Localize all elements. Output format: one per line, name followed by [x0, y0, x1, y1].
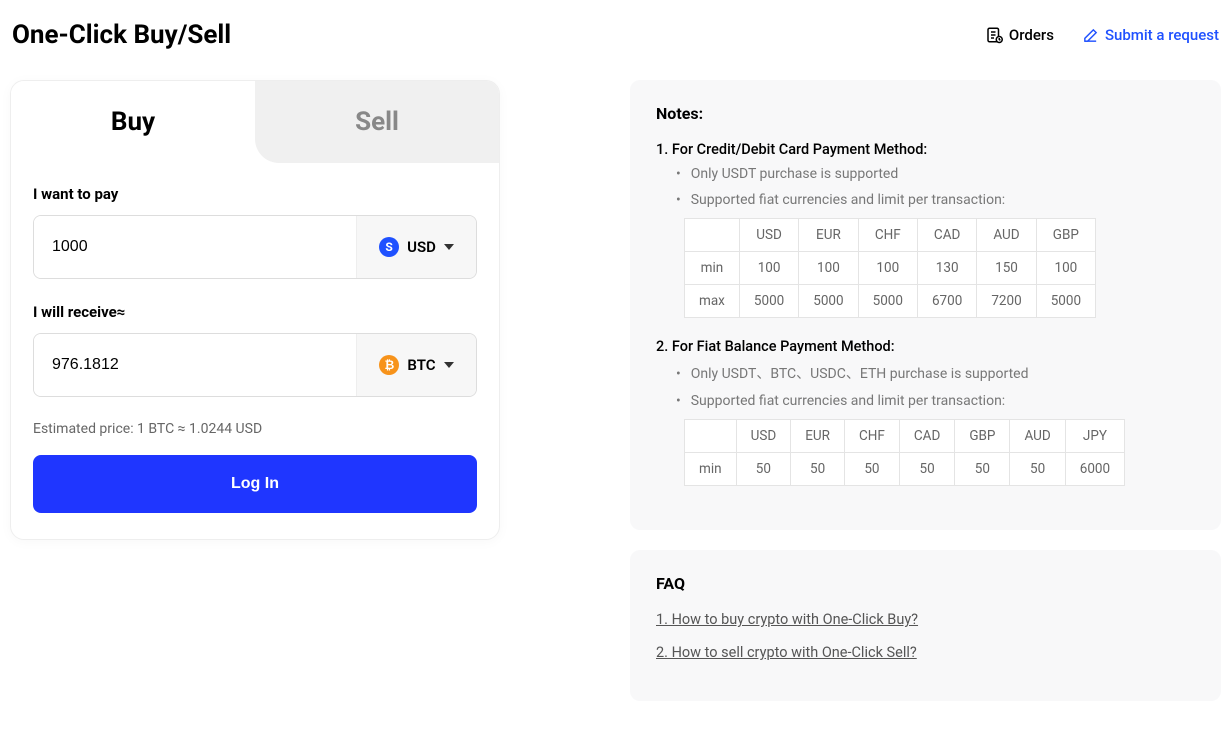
table-cell: 150: [977, 252, 1036, 285]
tab-buy[interactable]: Buy: [11, 81, 255, 163]
table-cell: 5000: [1036, 285, 1095, 318]
pay-amount-input[interactable]: [34, 216, 356, 278]
orders-link[interactable]: Orders: [985, 26, 1054, 44]
orders-label: Orders: [1009, 26, 1054, 44]
faq-link-1[interactable]: 1. How to buy crypto with One-Click Buy?: [656, 611, 1195, 628]
note-2-sub-2: Supported fiat currencies and limit per …: [676, 393, 1195, 409]
table-header: EUR: [799, 219, 858, 252]
note-1-sub-1: Only USDT purchase is supported: [676, 166, 1195, 182]
table-cell: min: [685, 453, 737, 486]
table-header: [685, 219, 740, 252]
table-cell: 50: [899, 453, 954, 486]
note-1-sub-2: Supported fiat currencies and limit per …: [676, 192, 1195, 208]
table-header: USD: [736, 420, 791, 453]
table-cell: 50: [736, 453, 791, 486]
estimated-price: Estimated price: 1 BTC ≈ 1.0244 USD: [33, 421, 477, 437]
chevron-down-icon: [444, 362, 454, 368]
table-cell: 100: [739, 252, 798, 285]
table-cell: 5000: [799, 285, 858, 318]
table-header: CAD: [917, 219, 976, 252]
table-cell: 5000: [739, 285, 798, 318]
table-cell: 5000: [858, 285, 917, 318]
table-header: [685, 420, 737, 453]
orders-icon: [985, 26, 1003, 44]
submit-request-link[interactable]: Submit a request: [1082, 26, 1219, 44]
note-2-sub-1: Only USDT、BTC、USDC、ETH purchase is suppo…: [676, 363, 1195, 383]
table-header: JPY: [1065, 420, 1124, 453]
notes-title: Notes:: [656, 104, 1195, 123]
limits-table-1: USDEURCHFCADAUDGBPmin100100100130150100m…: [684, 218, 1096, 318]
table-header: GBP: [955, 420, 1010, 453]
table-cell: 50: [1010, 453, 1065, 486]
btc-icon: ₿: [379, 355, 399, 375]
login-button[interactable]: Log In: [33, 455, 477, 513]
notes-panel: Notes: 1. For Credit/Debit Card Payment …: [630, 80, 1221, 530]
faq-panel: FAQ 1. How to buy crypto with One-Click …: [630, 550, 1221, 701]
table-header: USD: [739, 219, 798, 252]
faq-link-2[interactable]: 2. How to sell crypto with One-Click Sel…: [656, 644, 1195, 661]
table-header: CHF: [858, 219, 917, 252]
pay-label: I want to pay: [33, 185, 477, 203]
buy-sell-card: Buy Sell I want to pay S USD I will rece…: [10, 80, 500, 540]
page-title: One-Click Buy/Sell: [12, 20, 231, 50]
receive-amount-input[interactable]: [34, 334, 356, 396]
chevron-down-icon: [444, 244, 454, 250]
edit-icon: [1082, 27, 1099, 44]
table-cell: max: [685, 285, 740, 318]
table-header: AUD: [977, 219, 1036, 252]
note-1-heading: 1. For Credit/Debit Card Payment Method:: [656, 141, 1195, 158]
usd-icon: S: [379, 237, 399, 257]
table-header: GBP: [1036, 219, 1095, 252]
faq-title: FAQ: [656, 574, 1195, 593]
table-cell: 50: [844, 453, 899, 486]
receive-label: I will receive≈: [33, 303, 477, 321]
table-cell: 130: [917, 252, 976, 285]
table-cell: 6700: [917, 285, 976, 318]
table-header: AUD: [1010, 420, 1065, 453]
pay-currency-label: USD: [407, 238, 436, 256]
table-cell: min: [685, 252, 740, 285]
table-cell: 100: [858, 252, 917, 285]
table-cell: 100: [1036, 252, 1095, 285]
receive-currency-select[interactable]: ₿ BTC: [356, 334, 476, 396]
table-header: CHF: [844, 420, 899, 453]
note-2-heading: 2. For Fiat Balance Payment Method:: [656, 338, 1195, 355]
table-cell: 6000: [1065, 453, 1124, 486]
table-cell: 7200: [977, 285, 1036, 318]
table-header: CAD: [899, 420, 954, 453]
table-cell: 100: [799, 252, 858, 285]
table-header: EUR: [791, 420, 845, 453]
receive-currency-label: BTC: [407, 356, 435, 374]
tab-sell[interactable]: Sell: [255, 81, 499, 163]
table-cell: 50: [791, 453, 845, 486]
submit-request-label: Submit a request: [1105, 26, 1219, 44]
table-cell: 50: [955, 453, 1010, 486]
pay-currency-select[interactable]: S USD: [356, 216, 476, 278]
limits-table-2: USDEURCHFCADGBPAUDJPYmin5050505050506000: [684, 419, 1125, 486]
